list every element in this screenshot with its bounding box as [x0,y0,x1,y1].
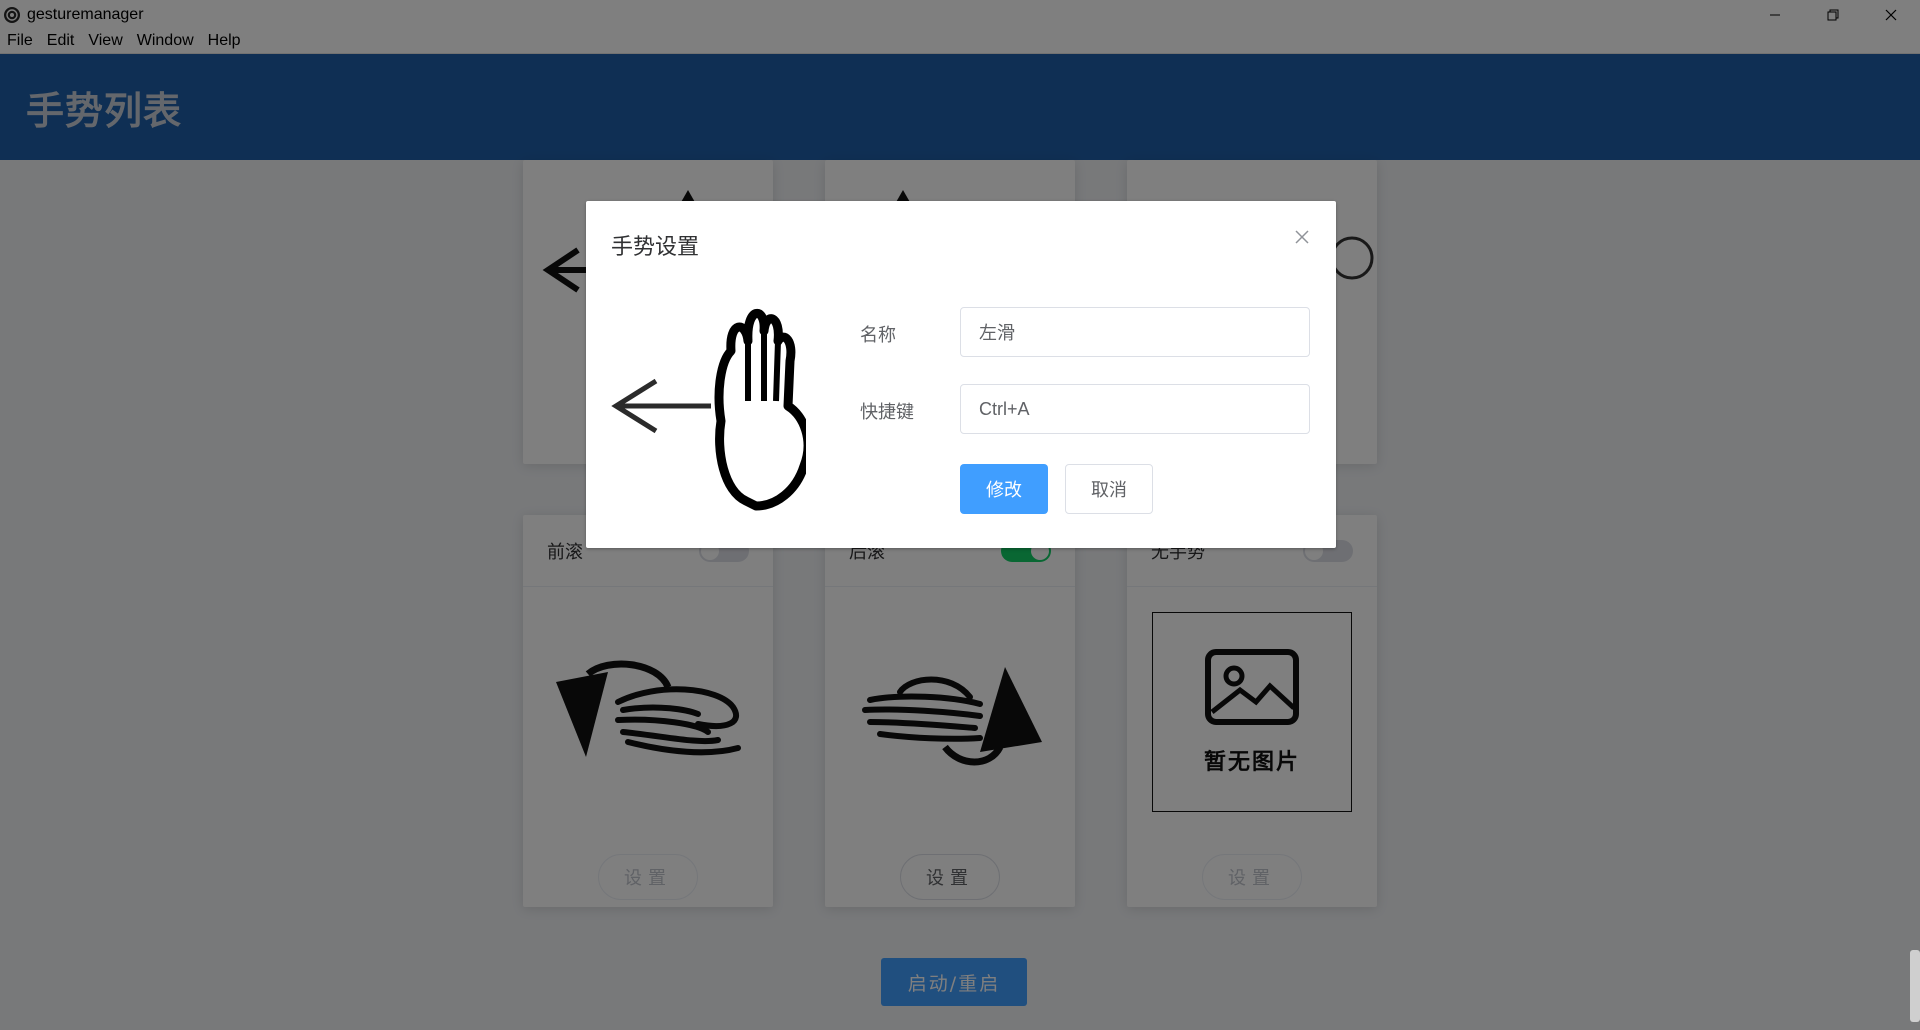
gesture-settings-dialog: 手势设置 名称 快捷键 修改 取消 [586,201,1336,548]
name-label: 名称 [860,325,896,346]
name-input[interactable] [960,307,1310,357]
dialog-title: 手势设置 [611,235,700,260]
scrollbar-thumb[interactable] [1910,950,1920,1022]
shortcut-label: 快捷键 [860,402,914,423]
close-icon [1295,230,1309,244]
modify-button[interactable]: 修改 [960,464,1048,514]
shortcut-input[interactable] [960,384,1310,434]
dialog-close-button[interactable] [1292,227,1312,247]
cancel-button[interactable]: 取消 [1065,464,1153,514]
swipe-left-hand-icon [611,308,806,511]
